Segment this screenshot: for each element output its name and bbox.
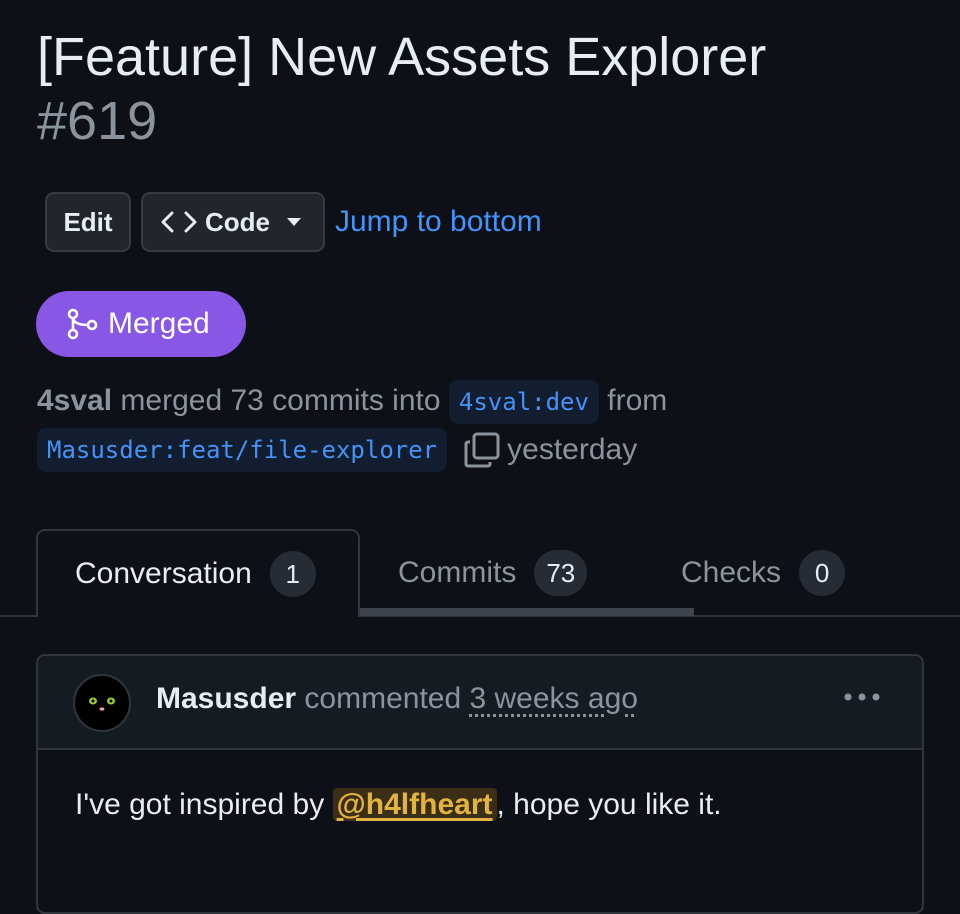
merge-text: merged 73 commits into (120, 384, 441, 417)
tab-conversation-label: Conversation (75, 557, 252, 590)
comment-action: commented (304, 682, 462, 715)
merge-time: yesterday (507, 433, 638, 466)
comment-card: Masusder commented 3 weeks ago I've got … (36, 654, 924, 914)
avatar[interactable] (73, 674, 131, 732)
tab-conversation[interactable]: Conversation 1 (36, 529, 360, 617)
tab-commits-count: 73 (534, 550, 588, 596)
pr-title-text: [Feature] New Assets Explorer (37, 27, 767, 87)
merge-summary-line-2: Masusder:feat/file-explorer yesterday (37, 425, 937, 474)
head-branch[interactable]: Masusder:feat/file-explorer (37, 427, 448, 472)
edit-button-label: Edit (63, 206, 113, 237)
git-merge-icon (66, 308, 98, 340)
tab-commits-label: Commits (398, 556, 517, 589)
tab-checks-count: 0 (799, 550, 846, 596)
tab-commits[interactable]: Commits 73 (398, 529, 588, 617)
code-dropdown-button[interactable]: Code (141, 192, 325, 252)
pr-tabs: Conversation 1 Commits 73 Checks 0 (36, 529, 960, 617)
merge-summary: 4sval merged 73 commits into 4sval:dev f… (37, 376, 937, 474)
kebab-horizontal-icon[interactable] (842, 682, 882, 712)
comment-text-suffix: , hope you like it. (496, 788, 722, 821)
comment-text-prefix: I've got inspired by (75, 788, 325, 821)
tab-checks-label: Checks (681, 556, 782, 589)
tab-checks[interactable]: Checks 0 (681, 529, 846, 617)
comment-header-text: Masusder commented 3 weeks ago (156, 682, 638, 716)
from-text: from (607, 384, 668, 417)
code-button-label: Code (205, 206, 270, 237)
pr-number: #619 (37, 90, 158, 151)
merged-state-label: Merged (108, 307, 210, 340)
jump-to-bottom-link[interactable]: Jump to bottom (335, 205, 542, 239)
comment-body: I've got inspired by @h4lfheart, hope yo… (38, 750, 922, 860)
pr-title: [Feature] New Assets Explorer #619 (37, 26, 766, 153)
comment-author[interactable]: Masusder (156, 682, 296, 715)
merge-summary-line: 4sval merged 73 commits into 4sval:dev f… (37, 376, 937, 425)
edit-button[interactable]: Edit (45, 192, 131, 252)
code-brackets-icon (161, 210, 197, 234)
comment-time[interactable]: 3 weeks ago (470, 682, 638, 715)
copy-icon[interactable] (463, 431, 501, 469)
triangle-down-icon (286, 217, 302, 227)
header-actions: Edit Code Jump to bottom (45, 192, 542, 252)
comment-header: Masusder commented 3 weeks ago (38, 656, 922, 750)
user-mention[interactable]: @h4lfheart (332, 788, 497, 821)
base-branch[interactable]: 4sval:dev (448, 380, 599, 425)
tab-conversation-count: 1 (269, 551, 316, 597)
merger-username[interactable]: 4sval (37, 384, 112, 417)
merged-state-badge: Merged (36, 291, 246, 357)
